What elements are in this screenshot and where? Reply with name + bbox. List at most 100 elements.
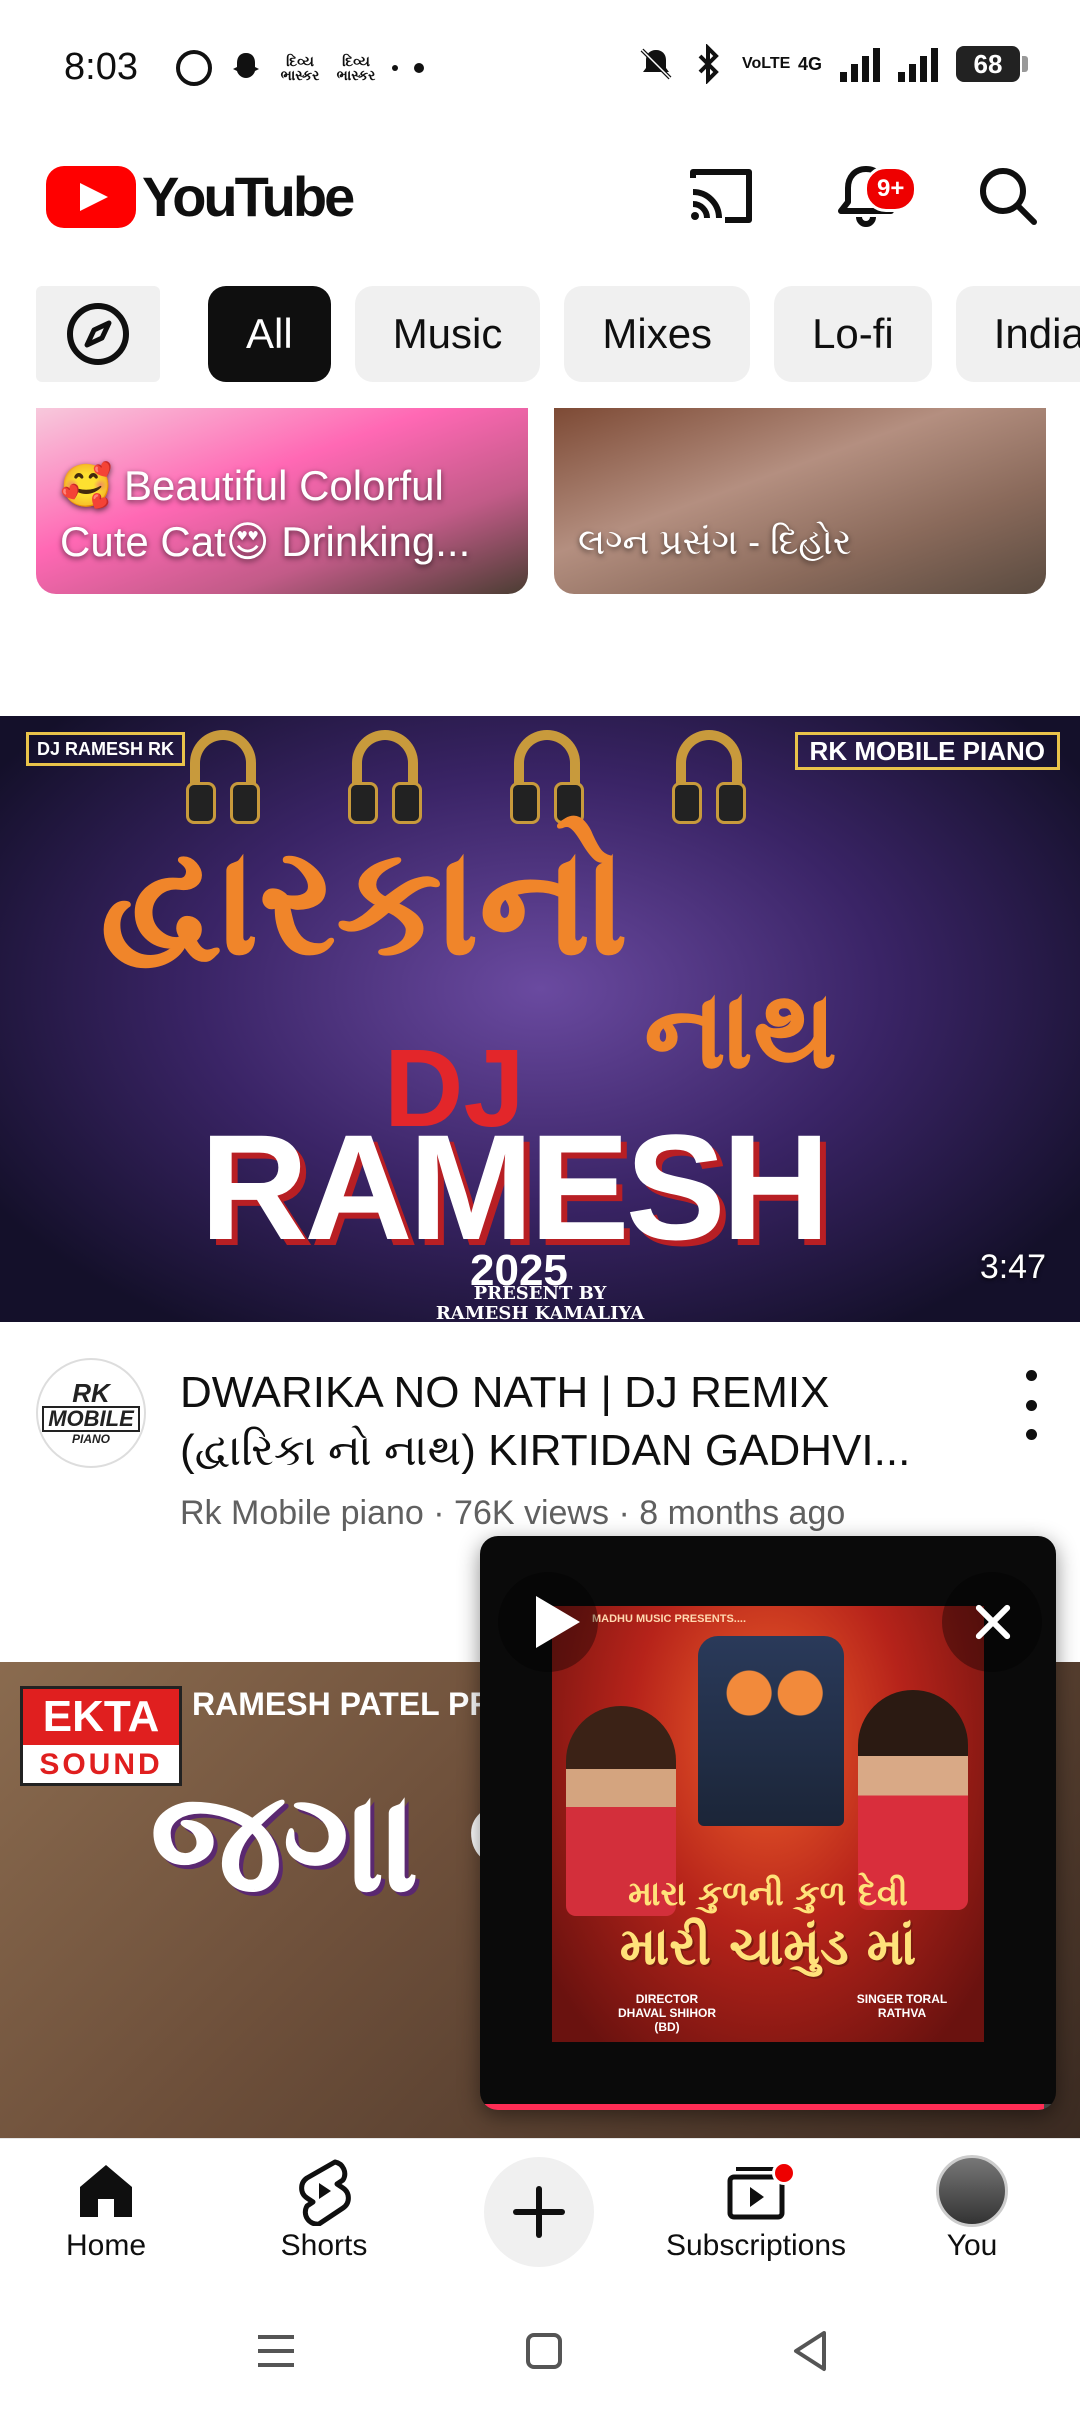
search-button[interactable]	[968, 156, 1048, 236]
shorts-icon	[299, 2159, 351, 2226]
upload-age: 8 months ago	[639, 1494, 846, 1532]
nav-subscriptions[interactable]: Subscriptions	[656, 2153, 856, 2263]
avatar-text-3: PIANO	[71, 1432, 110, 1446]
thumbnail-present-line-1: PRESENT BY	[473, 1283, 607, 1304]
filter-chips: All Music Mixes Lo-fi India	[36, 286, 1080, 384]
app-header: YouTube 9+	[0, 140, 1080, 250]
video-info: RK MOBILE PIANO DWARIKA NO NATH | DJ REM…	[0, 1340, 1080, 1532]
battery-indicator: 68	[956, 46, 1028, 82]
thumbnail-corner-logo-right: RK MOBILE PIANO	[794, 732, 1060, 770]
cast-icon	[690, 169, 752, 223]
mini-player-credit-singer: SINGER TORAL RATHVA	[856, 1992, 948, 2020]
video-meta: Rk Mobile piano · 76K views · 8 months a…	[180, 1494, 846, 1532]
system-navigation	[0, 2290, 1080, 2412]
notifications-button[interactable]: 9+	[826, 156, 918, 236]
nav-home-label: Home	[65, 2229, 147, 2262]
chip-mixes[interactable]: Mixes	[564, 286, 751, 382]
signal-bars-2	[898, 46, 938, 82]
deity-image	[698, 1636, 844, 1826]
chip-india[interactable]: India	[955, 286, 1080, 382]
back-triangle-icon	[794, 2331, 826, 2371]
nav-you-label: You	[946, 2229, 998, 2262]
video-duration: 3:47	[979, 1248, 1046, 1286]
bell-muted-icon	[640, 48, 672, 80]
mini-player[interactable]: MADHU MUSIC PRESENTS.... મારા કુળની કુળ …	[480, 1536, 1056, 2110]
video-thumbnail[interactable]: DJ RAMESH RK RK MOBILE PIANO દ્વારકાનો ન…	[0, 716, 1080, 1322]
headphones-icon	[672, 730, 746, 824]
create-plus-icon[interactable]	[484, 2157, 594, 2267]
notification-badge: 9+	[864, 166, 918, 212]
headphones-icon	[186, 730, 260, 824]
youtube-logo[interactable]: YouTube	[46, 164, 355, 229]
explore-chip[interactable]	[36, 286, 160, 382]
snapchat-icon	[233, 53, 259, 78]
thumbnail-corner-logo-left: DJ RAMESH RK	[26, 732, 186, 766]
thumbnail-present-line-2: RAMESH KAMALIYA	[435, 1303, 645, 1323]
mini-player-line-2: મારી ચામુંડ માં	[619, 1916, 917, 1977]
recents-button[interactable]	[236, 2318, 316, 2384]
headphones-icon	[348, 730, 422, 824]
youtube-play-logo-icon	[46, 165, 136, 228]
search-icon	[980, 168, 1037, 225]
status-right-icons: VoLTE 4G 68	[636, 44, 1028, 84]
thumbnail-title: દ્વારકાનો	[100, 813, 629, 989]
short-card[interactable]: 🥰 Beautiful Colorful Cute Cat😍 Drinking.…	[36, 408, 528, 594]
compass-icon	[67, 303, 129, 365]
short-card-title: 🥰 Beautiful Colorful Cute Cat😍 Drinking.…	[60, 462, 471, 565]
mini-player-credit-top: MADHU MUSIC PRESENTS....	[592, 1613, 747, 1625]
thumbnail-dj-name: RAMESH	[200, 1103, 830, 1271]
notification-dot	[414, 63, 424, 73]
thumbnail-subtitle: નાથ	[644, 964, 838, 1093]
avatar-icon	[936, 2155, 1008, 2227]
cast-button[interactable]	[680, 156, 760, 236]
video-title[interactable]: DWARIKA NO NATH | DJ REMIX (દ્વારિકા નો …	[180, 1364, 940, 1480]
mini-player-progress-fill	[480, 2104, 1045, 2110]
logo-text: YouTube	[142, 165, 355, 228]
nav-you[interactable]: You	[872, 2153, 1072, 2263]
news-app-icon: દિવ્ય ભાસ્કર	[280, 53, 320, 83]
short-card-title: લગ્ન પ્રસંગ - દિહોર	[578, 521, 852, 562]
status-bar: 8:03 દિવ્ય ભાસ્કર દિવ્ય ભાસ્કર VoLTE 4G …	[0, 0, 1080, 140]
home-system-button[interactable]	[504, 2318, 584, 2384]
short-card[interactable]: લગ્ન પ્રસંગ - દિહોર	[554, 408, 1046, 594]
status-left-icons: દિવ્ય ભાસ્કર દિવ્ય ભાસ્કર	[176, 50, 424, 86]
square-icon	[526, 2333, 562, 2369]
close-icon[interactable]	[942, 1572, 1042, 1672]
nav-home[interactable]: Home	[6, 2153, 206, 2263]
headphones-icon-row	[186, 730, 746, 824]
channel-name[interactable]: Rk Mobile piano	[180, 1494, 424, 1532]
mini-player-progress[interactable]	[480, 2104, 1056, 2110]
shorts-row: 🥰 Beautiful Colorful Cute Cat😍 Drinking.…	[36, 408, 1046, 594]
whatsapp-icon	[176, 50, 212, 86]
notification-dot-small	[392, 65, 398, 71]
nav-shorts-label: Shorts	[280, 2229, 368, 2262]
menu-icon	[258, 2335, 294, 2367]
avatar-text-1: RK	[72, 1378, 110, 1408]
mini-player-credit-director: DIRECTOR DHAVAL SHIHOR (BD)	[617, 1992, 716, 2034]
signal-bars-1	[840, 46, 880, 82]
volte-label: VoLTE	[741, 55, 791, 72]
avatar-text-2: MOBILE	[42, 1406, 140, 1432]
play-icon[interactable]	[498, 1572, 598, 1672]
channel-avatar[interactable]: RK MOBILE PIANO	[36, 1358, 146, 1468]
more-options-icon[interactable]	[1016, 1370, 1046, 1440]
signal-label: 4G	[797, 53, 822, 74]
view-count: 76K views	[454, 1494, 609, 1532]
ekta-logo-top: EKTA	[23, 1689, 179, 1745]
home-icon	[80, 2165, 132, 2217]
bottom-navigation: Home Shorts Subscriptions You	[0, 2138, 1080, 2290]
nav-subscriptions-label: Subscriptions	[665, 2229, 847, 2262]
subscriptions-badge-dot	[772, 2161, 796, 2185]
status-time: 8:03	[64, 46, 138, 88]
mini-player-artwork: MADHU MUSIC PRESENTS.... મારા કુળની કુળ …	[552, 1606, 984, 2042]
mini-player-line-1: મારા કુળની કુળ દેવી	[628, 1874, 908, 1914]
headphones-icon	[510, 730, 584, 824]
chip-lofi[interactable]: Lo-fi	[774, 286, 932, 382]
thumbnail-presenter: PRESENT BY RAMESH KAMALIYA	[0, 1283, 1080, 1323]
bluetooth-icon	[698, 44, 719, 84]
nav-shorts[interactable]: Shorts	[224, 2153, 424, 2263]
news-app-icon-2: દિવ્ય ભાસ્કર	[336, 53, 376, 83]
back-button[interactable]	[770, 2318, 850, 2384]
chip-all[interactable]: All	[208, 286, 331, 382]
chip-music[interactable]: Music	[354, 286, 541, 382]
